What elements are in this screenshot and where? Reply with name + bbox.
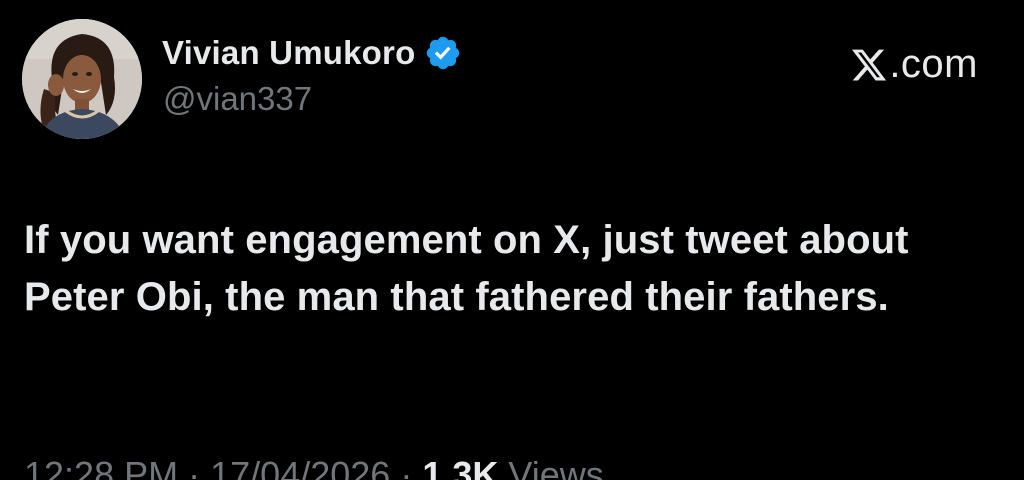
tweet-text: If you want engagement on X, just tweet … xyxy=(24,218,909,319)
tweet-time[interactable]: 12:28 PM xyxy=(24,454,178,480)
author-handle[interactable]: @vian337 xyxy=(163,80,312,118)
avatar[interactable] xyxy=(22,19,142,139)
brand-domain: .com xyxy=(889,42,978,86)
meta-separator: · xyxy=(188,454,201,480)
brand-watermark: .com xyxy=(850,42,978,87)
profile-photo xyxy=(22,19,142,139)
views-label: Views xyxy=(508,454,604,480)
verified-badge-icon xyxy=(424,34,462,72)
author-display-name[interactable]: Vivian Umukoro xyxy=(162,34,415,72)
tweet-meta: 12:28 PM · 17/04/2026 · 1.3K Views xyxy=(24,454,604,480)
meta-separator: · xyxy=(400,454,413,480)
tweet-date[interactable]: 17/04/2026 xyxy=(210,454,390,480)
author-name-row[interactable]: Vivian Umukoro xyxy=(162,30,462,76)
views-count: 1.3K xyxy=(422,454,499,480)
tweet-screenshot: Vivian Umukoro @vian337 .com If you want… xyxy=(0,0,1024,480)
x-logo-icon xyxy=(850,46,888,84)
